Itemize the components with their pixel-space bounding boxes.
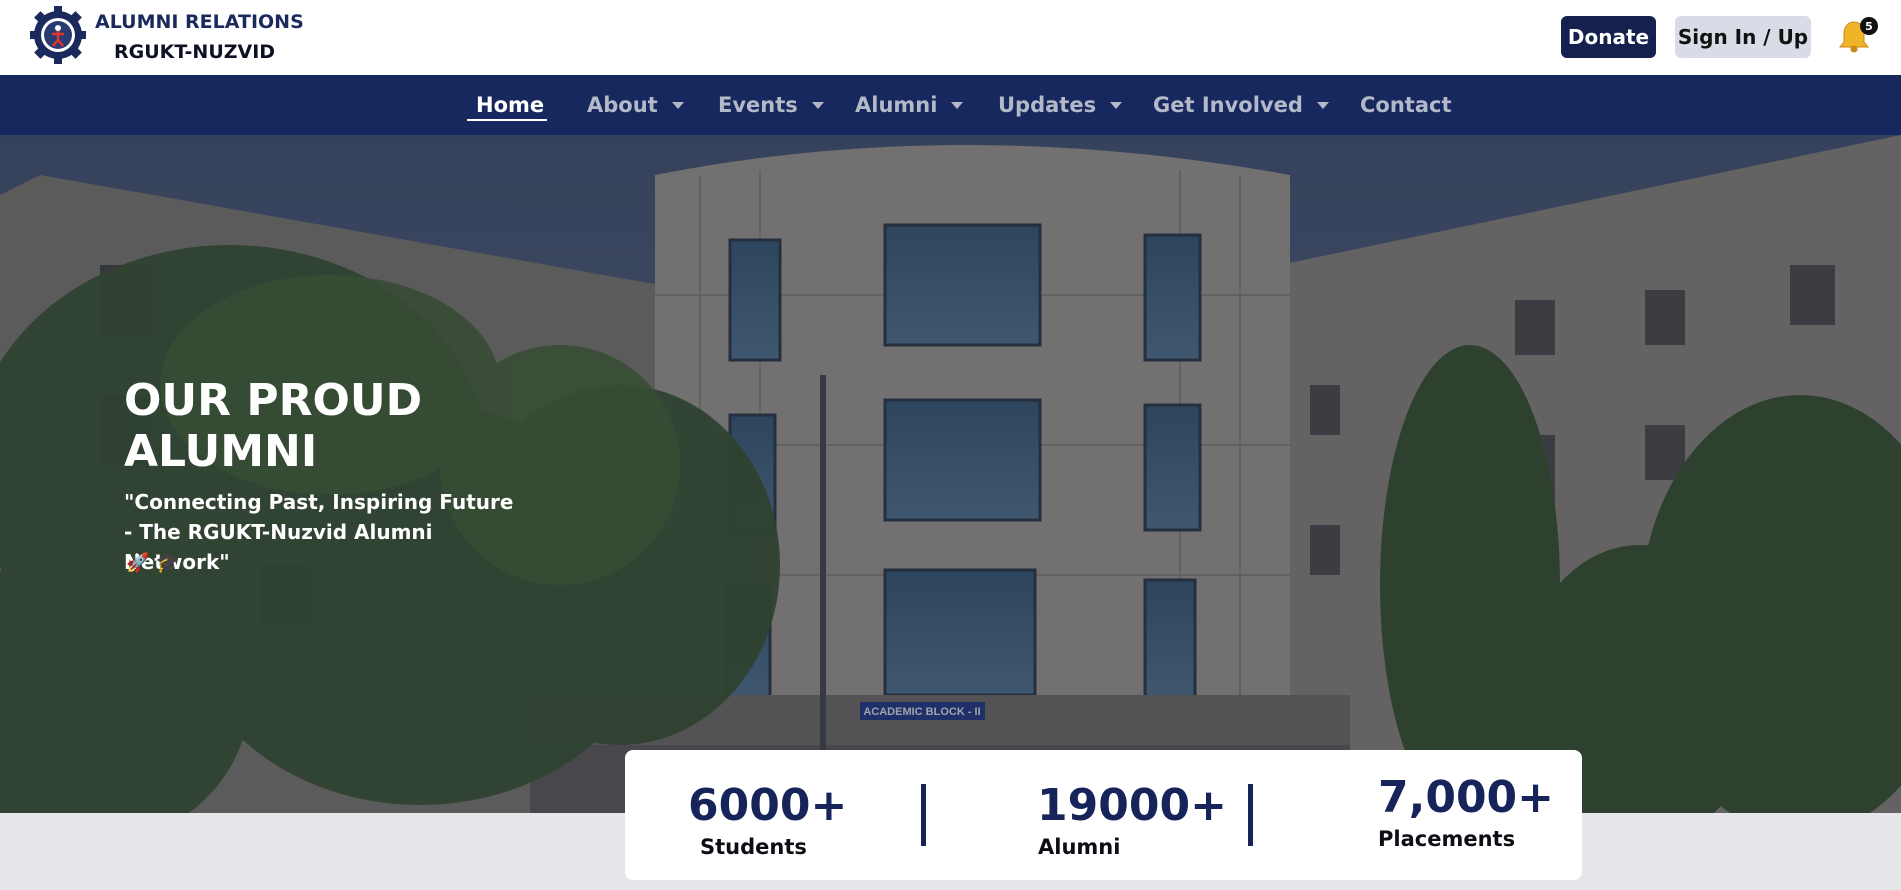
top-header: ALUMNI RELATIONS RGUKT-NUZVID Donate Sig… bbox=[0, 0, 1901, 75]
caret-down-icon bbox=[671, 101, 684, 109]
nav-get-involved[interactable]: Get Involved bbox=[1153, 75, 1329, 135]
nav-updates[interactable]: Updates bbox=[998, 75, 1123, 135]
stat-students-label: Students bbox=[700, 835, 807, 859]
nav-about-label: About bbox=[587, 93, 658, 117]
caret-down-icon bbox=[1110, 101, 1123, 109]
notification-count-badge: 5 bbox=[1860, 17, 1878, 35]
nav-events-label: Events bbox=[718, 93, 798, 117]
caret-down-icon bbox=[1316, 101, 1329, 109]
stats-card: 6000+ Students 19000+ Alumni 7,000+ Plac… bbox=[625, 750, 1582, 880]
nav-get-involved-label: Get Involved bbox=[1153, 93, 1303, 117]
main-nav: Home About Events Alumni Updates Get Inv… bbox=[0, 75, 1901, 135]
nav-updates-label: Updates bbox=[998, 93, 1097, 117]
hero-title: OUR PROUD ALUMNI bbox=[124, 375, 423, 477]
caret-down-icon bbox=[951, 101, 964, 109]
sign-in-up-button[interactable]: Sign In / Up bbox=[1675, 16, 1811, 58]
nav-about[interactable]: About bbox=[587, 75, 684, 135]
stat-divider bbox=[921, 784, 926, 846]
rgukt-logo-icon[interactable] bbox=[28, 4, 88, 66]
stat-alumni-label: Alumni bbox=[1038, 835, 1121, 859]
stat-placements-value: 7,000+ bbox=[1378, 772, 1555, 823]
active-nav-underline bbox=[467, 119, 547, 121]
caret-down-icon bbox=[811, 101, 824, 109]
stat-alumni-value: 19000+ bbox=[1037, 780, 1227, 831]
stat-placements-label: Placements bbox=[1378, 827, 1516, 851]
nav-events[interactable]: Events bbox=[718, 75, 824, 135]
rocket-graduation-icons: 🚀 🎓 bbox=[126, 552, 180, 574]
stat-divider bbox=[1248, 784, 1253, 846]
hero-banner: ACADEMIC BLOCK - II OUR PROUD ALUMNI "Co… bbox=[0, 135, 1901, 813]
donate-button[interactable]: Donate bbox=[1561, 16, 1656, 58]
stat-students-value: 6000+ bbox=[688, 780, 848, 831]
nav-alumni-label: Alumni bbox=[855, 93, 938, 117]
brand-subtitle: RGUKT-NUZVID bbox=[114, 41, 276, 63]
nav-alumni[interactable]: Alumni bbox=[855, 75, 964, 135]
hero-quote: "Connecting Past, Inspiring Future - The… bbox=[124, 490, 514, 574]
brand-title: ALUMNI RELATIONS bbox=[95, 11, 304, 33]
nav-home[interactable]: Home bbox=[476, 75, 544, 135]
nav-contact[interactable]: Contact bbox=[1360, 75, 1452, 135]
